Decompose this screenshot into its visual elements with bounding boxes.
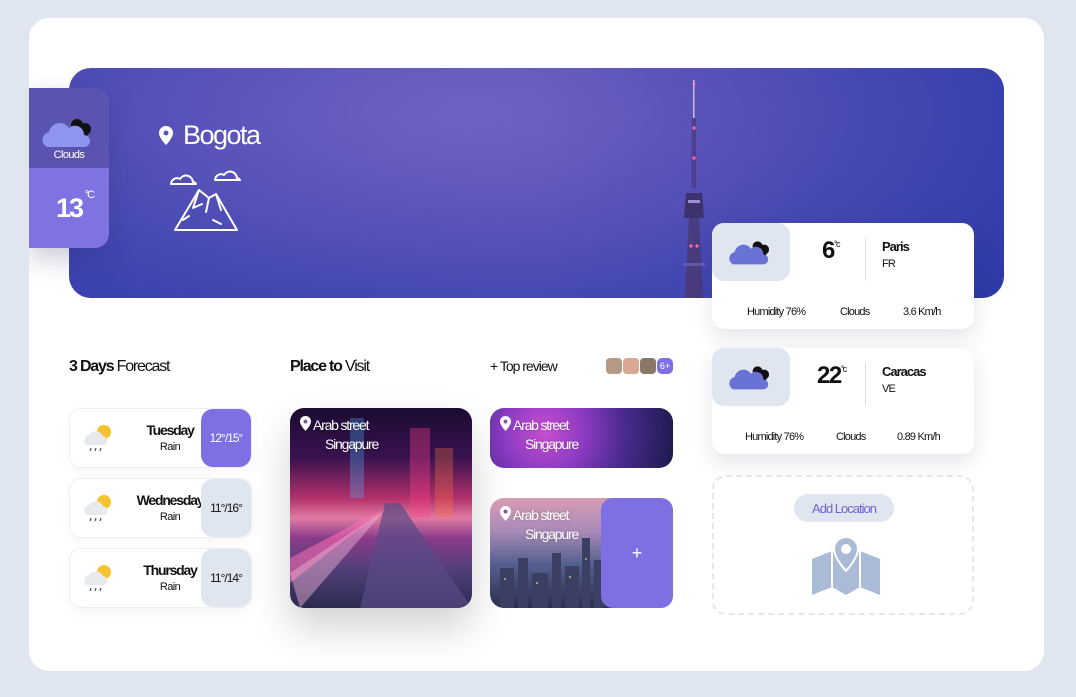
hero-city-name: Bogota: [183, 120, 261, 150]
city-name: Caracas: [882, 364, 927, 379]
cloud-icon: [729, 366, 770, 390]
avatar: [606, 358, 622, 374]
forecast-range: 12°/15°: [201, 409, 251, 467]
country-code: FR: [882, 258, 896, 270]
city-weather-card[interactable]: 6°c Paris FR Humidity 76% Clouds 3.6 Km/…: [712, 223, 974, 329]
condition-value: Clouds: [836, 431, 866, 443]
add-location-panel: Add Location: [712, 475, 974, 615]
dashboard: Bogota Clouds 13 °C 3 Days Forecast Tues…: [29, 18, 1044, 671]
place-label: Arab street Singapure: [500, 416, 579, 454]
humidity-value: Humidity 76%: [747, 306, 806, 318]
place-card[interactable]: Arab street Singapure: [490, 408, 673, 468]
more-reviewers-badge: 6+: [657, 358, 673, 374]
location-pin-icon: [500, 506, 511, 521]
avatar: [623, 358, 639, 374]
forecast-card[interactable]: Thursday Rain 11°/14°: [69, 548, 252, 608]
city-temp: 22°c: [817, 362, 847, 389]
forecast-range: 11°/16°: [201, 479, 251, 537]
add-place-button[interactable]: +: [601, 498, 673, 608]
reviewer-avatars[interactable]: 6+: [606, 358, 673, 374]
rain-sun-icon: [84, 495, 111, 522]
city-temp: 6°c: [822, 237, 841, 264]
place-label: Arab street Singapure: [300, 416, 379, 454]
location-pin-icon: [300, 416, 311, 431]
rain-sun-icon: [84, 425, 111, 452]
condition-value: Clouds: [840, 306, 870, 318]
cloud-icon: [42, 119, 91, 147]
avatar: [640, 358, 656, 374]
mountain-icon: [170, 170, 241, 231]
add-location-button[interactable]: Add Location: [794, 494, 894, 522]
humidity-value: Humidity 76%: [745, 431, 804, 443]
location-pin-icon: [500, 416, 511, 431]
cloud-icon: [729, 241, 770, 265]
forecast-title: 3 Days Forecast: [69, 358, 171, 375]
city-weather-card[interactable]: 22°c Caracas VE Humidity 76% Clouds 0.89…: [712, 348, 974, 454]
forecast-range: 11°/14°: [201, 549, 251, 607]
forecast-card[interactable]: Wednesday Rain 11°/16°: [69, 478, 252, 538]
current-condition: Clouds: [53, 149, 85, 161]
place-card[interactable]: Arab street Singapure: [290, 408, 472, 608]
current-temp: 13 °C: [55, 188, 95, 223]
hero-location: Bogota: [159, 120, 261, 151]
current-weather-badge: Clouds 13 °C: [29, 88, 109, 248]
city-name: Paris: [882, 239, 910, 254]
places-title: Place to Visit: [290, 358, 370, 375]
place-label: Arab street Singapure: [500, 506, 579, 544]
wind-value: 0.89 Km/h: [897, 431, 941, 443]
country-code: VE: [882, 383, 896, 395]
location-pin-icon: [159, 126, 173, 145]
forecast-card[interactable]: Tuesday Rain 12°/15°: [69, 408, 252, 468]
top-review-link[interactable]: + Top review: [490, 358, 558, 374]
wind-value: 3.6 Km/h: [903, 306, 941, 318]
rain-sun-icon: [84, 565, 111, 592]
map-icon: [812, 537, 880, 595]
